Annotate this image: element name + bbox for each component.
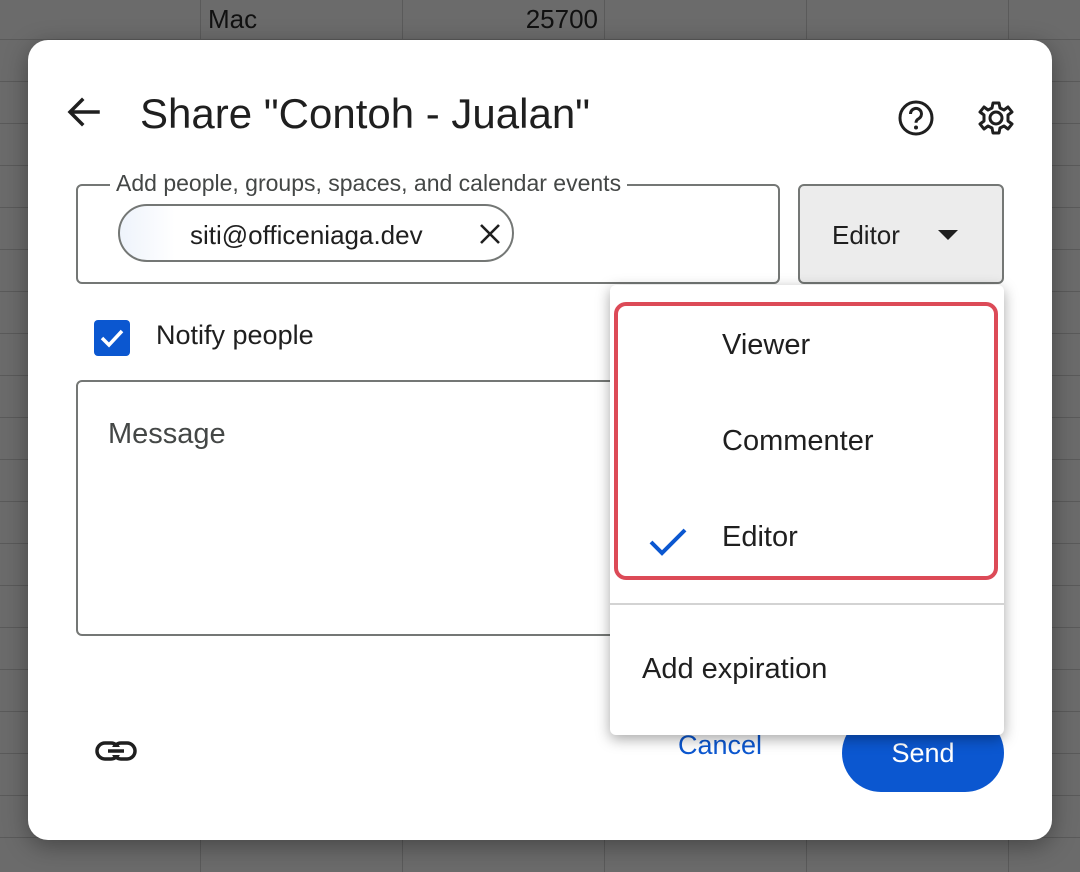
menu-item-editor[interactable]: Editor <box>610 491 1004 587</box>
role-menu: Viewer Commenter Editor Add expiration <box>610 285 1004 735</box>
checkmark-icon <box>100 329 124 348</box>
caret-down-icon <box>938 230 958 240</box>
add-people-field[interactable]: Add people, groups, spaces, and calendar… <box>76 170 780 284</box>
notify-people-label: Notify people <box>156 320 314 350</box>
arrow-left-icon <box>67 97 100 127</box>
copy-link-button[interactable] <box>94 734 138 768</box>
close-icon <box>480 224 500 244</box>
dialog-title: Share "Contoh - Jualan" <box>140 90 591 137</box>
menu-item-label: Commenter <box>722 425 874 457</box>
menu-item-add-expiration[interactable]: Add expiration <box>610 623 1004 719</box>
sheet-cell-text: Mac <box>208 4 258 34</box>
message-placeholder: Message <box>108 418 226 450</box>
back-button[interactable] <box>64 92 104 132</box>
link-icon <box>95 741 137 761</box>
add-people-label: Add people, groups, spaces, and calendar… <box>110 170 628 197</box>
role-selected-label: Editor <box>832 220 900 250</box>
menu-item-viewer[interactable]: Viewer <box>610 299 1004 395</box>
settings-button[interactable] <box>974 96 1018 140</box>
check-icon <box>649 528 687 556</box>
gear-icon <box>978 101 1014 135</box>
menu-item-commenter[interactable]: Commenter <box>610 395 1004 491</box>
menu-item-label: Editor <box>722 521 798 553</box>
menu-divider <box>610 603 1004 605</box>
help-button[interactable] <box>894 96 938 140</box>
sheet-cell-number: 25700 <box>525 4 598 34</box>
recipient-chip[interactable]: siti@officeniaga.dev <box>118 204 514 262</box>
role-dropdown-button[interactable]: Editor <box>798 184 1004 284</box>
remove-recipient-button[interactable] <box>476 220 504 248</box>
menu-item-label: Viewer <box>722 329 811 361</box>
notify-people-checkbox[interactable] <box>94 320 130 356</box>
recipient-email: siti@officeniaga.dev <box>190 220 423 250</box>
help-circle-icon <box>898 100 934 136</box>
menu-item-label: Add expiration <box>642 653 828 685</box>
